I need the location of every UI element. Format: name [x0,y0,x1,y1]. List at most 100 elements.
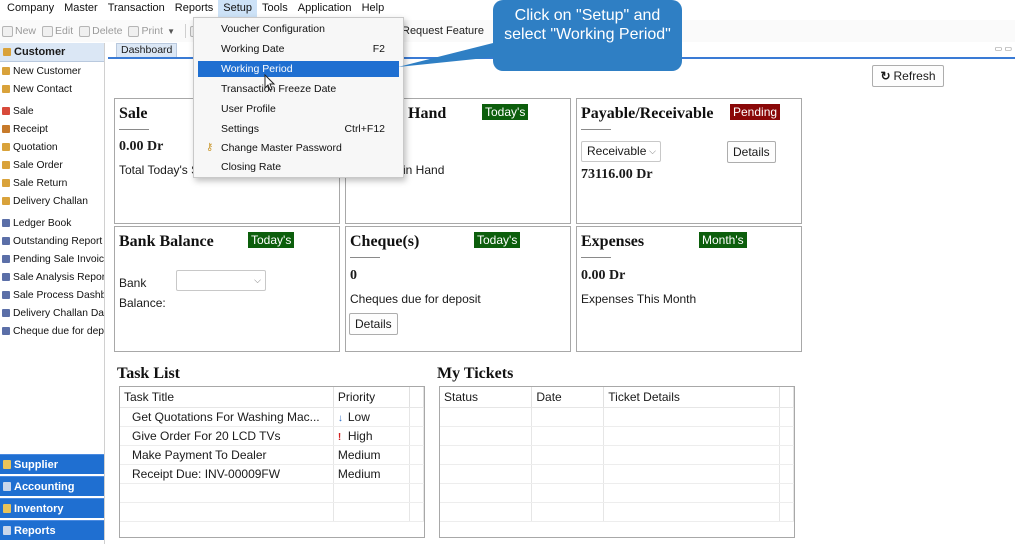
sidebar-item-label: Ledger Book [13,217,72,229]
expenses-card: Expenses Month's 0.00 Dr Expenses This M… [576,226,802,352]
sidebar-item-cheque-due-for-deposit[interactable]: Cheque due for depos [0,322,104,340]
menu-item-label: Closing Rate [221,161,282,173]
sidebar-group-inventory[interactable]: Inventory [0,498,104,518]
table-row[interactable]: Get Quotations For Washing Mac... ↓ Low [120,407,424,427]
status-column-header[interactable]: Status [440,387,533,408]
report-icon [2,327,10,335]
sidebar-item-sale[interactable]: Sale [0,102,104,120]
sidebar-group-supplier[interactable]: Supplier [0,454,104,474]
sidebar-item-quotation[interactable]: Quotation [0,138,104,156]
sidebar-item-delivery-challan[interactable]: Delivery Challan [0,192,104,210]
sidebar-item-sale-order[interactable]: Sale Order [0,156,104,174]
task-title-column-header[interactable]: Task Title [120,387,334,408]
high-priority-icon: ! [337,431,342,443]
menu-item-label: Settings [221,123,259,135]
chevron-down-icon: ⌵ [649,146,656,156]
expenses-value: 0.00 Dr [581,268,626,283]
sidebar-item-label: Delivery Challan [13,195,88,207]
supplier-icon [3,460,11,469]
ticket-details-column-header[interactable]: Ticket Details [603,387,780,408]
balance-label: Balance: [119,296,166,310]
title-underline [581,129,611,130]
sidebar-item-sale-analysis-report[interactable]: Sale Analysis Report [0,268,104,286]
sidebar-item-label: Pending Sale Invoices [13,253,104,265]
menu-item-closing-rate[interactable]: Closing Rate [198,159,399,175]
sale-subtitle: Total Today's S [119,163,200,177]
bank-balance-card-title: Bank Balance [119,233,214,250]
report-icon [2,219,10,227]
title-underline [581,257,611,258]
priority-cell: Medium [337,466,381,481]
table-row[interactable]: Receipt Due: INV-00009FW Medium [120,464,424,484]
sidebar-item-label: Outstanding Report [13,235,103,247]
key-icon: ⚷ [206,142,214,153]
expenses-subtitle: Expenses This Month [581,292,697,306]
menu-item-change-master-password[interactable]: ⚷ Change Master Password [198,140,399,156]
sale-value: 0.00 Dr [119,139,164,154]
sidebar-item-outstanding-report[interactable]: Outstanding Report [0,232,104,250]
todays-badge: Today's [474,232,521,248]
sale-icon [2,107,10,115]
sidebar-group-label: Accounting [14,480,75,493]
priority-cell: High [347,428,373,443]
expenses-card-title: Expenses [581,233,645,250]
sidebar-item-ledger-book[interactable]: Ledger Book [0,214,104,232]
sidebar-group-reports[interactable]: Reports [0,520,104,540]
sidebar-item-label: Quotation [13,141,58,153]
task-list-grid: Task Title Priority Get Quotations For W… [119,386,425,538]
my-tickets-title: My Tickets [437,365,514,382]
sidebar-item-sale-process-dashboard[interactable]: Sale Process Dashboa [0,286,104,304]
instruction-callout: Click on "Setup" and select "Working Per… [493,0,682,71]
menu-item-shortcut: Ctrl+F12 [344,123,385,135]
low-priority-icon: ↓ [337,412,343,424]
chevron-down-icon: ⌵ [254,275,261,285]
sidebar-item-label: Delivery Challan Dashl [13,307,104,319]
sidebar-group-accounting[interactable]: Accounting [0,476,104,496]
sidebar-group-label: Supplier [14,458,59,471]
cheques-details-button[interactable]: Details [349,313,398,335]
accounting-icon [3,482,11,491]
sidebar-item-label: Sale Analysis Report [13,271,104,283]
bank-balance-card: Bank Balance Today's Bank ⌵ Balance: [114,226,340,352]
sidebar-item-label: Sale Order [13,159,63,171]
receivable-select-value: Receivable [587,144,647,158]
priority-cell: Low [347,409,370,424]
receivable-select[interactable]: Receivable ⌵ [581,141,661,162]
menu-item-settings[interactable]: Settings Ctrl+F12 [198,121,399,137]
payable-details-button[interactable]: Details [727,141,776,163]
bank-select[interactable]: ⌵ [176,270,266,291]
priority-column-header[interactable]: Priority [333,387,411,408]
sale-order-icon [2,161,10,169]
sidebar-item-receipt[interactable]: Receipt [0,120,104,138]
my-tickets-grid: Status Date Ticket Details [439,386,795,538]
sidebar-group-label: Reports [14,524,56,537]
inventory-icon [3,504,11,513]
table-row[interactable]: Make Payment To Dealer Medium [120,445,424,465]
title-underline [350,257,380,258]
sidebar-item-label: Cheque due for depos [13,325,104,337]
cheques-card-title: Cheque(s) [350,233,420,250]
reports-icon [3,526,11,535]
payable-receivable-card-title: Payable/Receivable [581,105,714,122]
menu-item-label: Change Master Password [221,142,342,154]
sidebar-item-label: Sale [13,105,34,117]
title-underline [119,129,149,130]
report-icon [2,237,10,245]
payable-receivable-card: Payable/Receivable Pending Receivable ⌵ … [576,98,802,224]
menu-item-user-profile[interactable]: User Profile [198,101,399,117]
receipt-icon [2,125,10,133]
date-column-header[interactable]: Date [531,387,605,408]
task-list-title: Task List [117,365,180,382]
report-icon [2,309,10,317]
sidebar-item-delivery-challan-dashboard[interactable]: Delivery Challan Dashl [0,304,104,322]
todays-badge: Today's [248,232,295,248]
sidebar-item-pending-sale-invoices[interactable]: Pending Sale Invoices [0,250,104,268]
left-navigation-panel: Customer New Customer New Contact Sale R… [0,43,105,544]
task-title-cell: Get Quotations For Washing Mac... [120,407,334,427]
todays-badge: Today's [482,104,529,120]
months-badge: Month's [699,232,747,248]
report-icon [2,273,10,281]
sidebar-item-sale-return[interactable]: Sale Return [0,174,104,192]
table-row[interactable]: Give Order For 20 LCD TVs ! High [120,426,424,446]
quotation-icon [2,143,10,151]
